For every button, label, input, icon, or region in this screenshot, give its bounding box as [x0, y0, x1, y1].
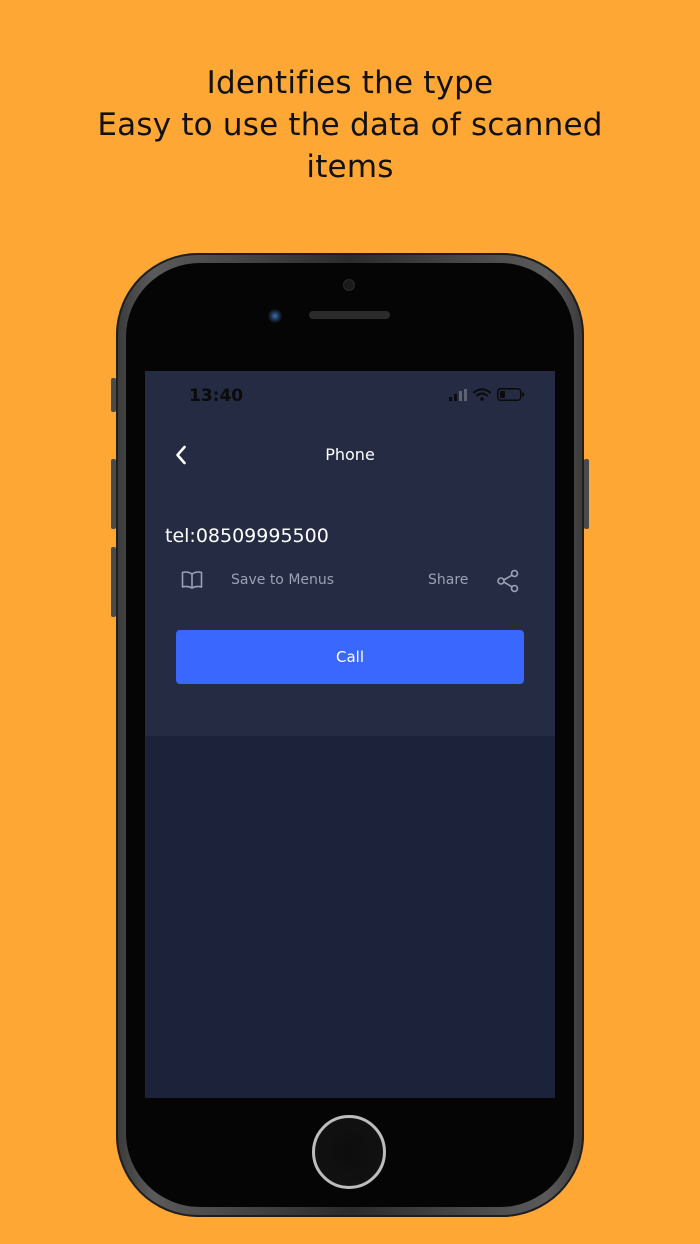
action-row: Save to Menus Share — [145, 567, 555, 595]
power-button — [584, 459, 589, 529]
home-button[interactable] — [312, 1115, 386, 1189]
status-time: 13:40 — [189, 386, 244, 406]
status-icons — [449, 388, 525, 401]
volume-up-button — [111, 459, 116, 529]
share-icon[interactable] — [496, 569, 520, 593]
battery-icon — [497, 388, 524, 401]
page-title: Phone — [325, 445, 375, 464]
front-camera — [268, 309, 282, 323]
book-icon[interactable] — [181, 570, 203, 590]
call-button[interactable]: Call — [176, 630, 524, 684]
volume-down-button — [111, 547, 116, 617]
earpiece-speaker — [309, 311, 390, 319]
promo-headline: Identifies the type Easy to use the data… — [0, 62, 700, 188]
promo-line-3: items — [306, 149, 394, 185]
signal-icon — [449, 388, 467, 401]
promo-line-2: Easy to use the data of scanned — [97, 107, 603, 143]
mute-switch — [111, 378, 116, 412]
wifi-icon — [473, 388, 491, 401]
promo-line-1: Identifies the type — [206, 65, 494, 101]
proximity-sensor — [344, 280, 354, 290]
save-to-menus-button[interactable]: Save to Menus — [231, 572, 334, 588]
scanned-value: tel:08509995500 — [165, 525, 329, 547]
result-card: 13:40 Phone tel:08509995500 Save to Menu… — [145, 371, 555, 736]
app-screen: 13:40 Phone tel:08509995500 Save to Menu… — [145, 371, 555, 1098]
share-button[interactable]: Share — [428, 572, 468, 588]
